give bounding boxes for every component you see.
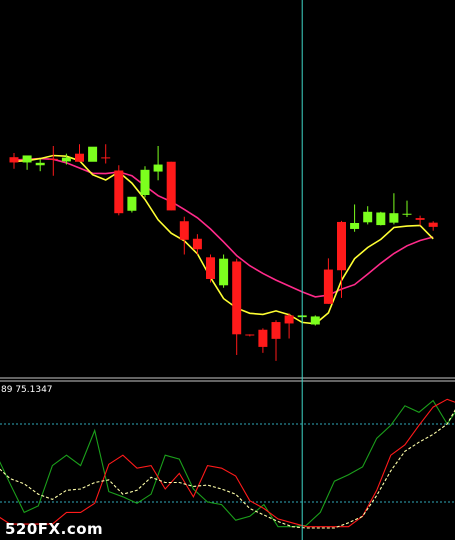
candle-body xyxy=(114,170,124,214)
candle xyxy=(140,166,150,198)
candle-body xyxy=(271,322,281,339)
candle-body xyxy=(428,222,438,227)
candle-body xyxy=(153,164,163,172)
candle xyxy=(166,161,176,211)
candle xyxy=(114,165,124,216)
candle-body xyxy=(140,169,150,195)
indicator-label: 89 75.1347 xyxy=(1,385,53,395)
candle-body xyxy=(284,315,294,324)
candle xyxy=(206,254,215,283)
candle-body xyxy=(179,221,189,240)
candle-body xyxy=(61,157,71,162)
candle-body xyxy=(75,153,84,162)
candle-body xyxy=(166,161,176,211)
candle-body xyxy=(350,223,360,229)
candle xyxy=(376,211,386,226)
candle-body xyxy=(376,212,386,226)
candle-body xyxy=(206,257,215,279)
candle xyxy=(310,315,320,326)
candle xyxy=(88,146,98,162)
candle-body xyxy=(192,238,202,250)
candle-body xyxy=(310,316,320,325)
candle-body xyxy=(22,155,32,163)
candle xyxy=(127,196,137,213)
candle-body xyxy=(219,258,229,286)
candle-body xyxy=(88,146,98,162)
candle-body xyxy=(258,329,268,347)
candle-body xyxy=(415,218,425,220)
candle-body xyxy=(337,221,346,271)
candle xyxy=(219,254,229,288)
candle-body xyxy=(363,211,373,223)
candle-body xyxy=(389,213,399,223)
candle-body xyxy=(127,196,137,211)
candle-body xyxy=(323,269,333,304)
candle-body xyxy=(232,261,242,335)
watermark: 520FX.com xyxy=(5,520,103,538)
candle-body xyxy=(35,162,45,166)
chart-canvas: 89 75.1347 520FX.com xyxy=(0,0,455,540)
candle-body xyxy=(9,157,19,163)
